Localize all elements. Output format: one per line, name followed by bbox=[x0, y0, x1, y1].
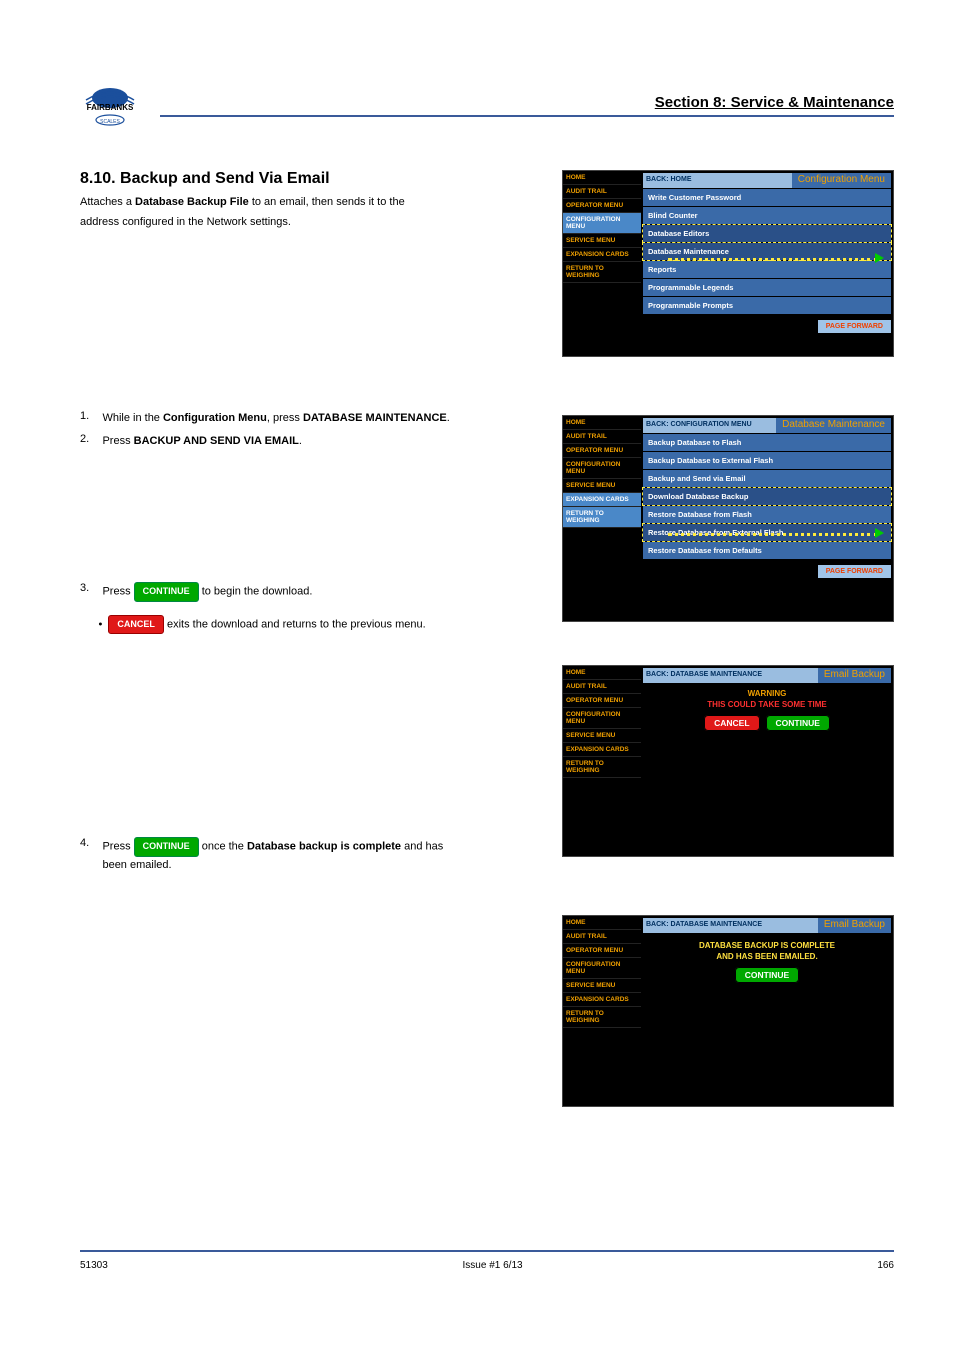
sidebar-item[interactable]: SERVICE MENU bbox=[563, 234, 641, 248]
screen-title: Database Maintenance bbox=[776, 418, 891, 433]
continue-button[interactable]: CONTINUE bbox=[766, 715, 830, 731]
menu-row[interactable]: Programmable Legends bbox=[643, 279, 891, 296]
arrow-head-icon bbox=[875, 253, 884, 263]
sidebar-item[interactable]: CONFIGURATION MENU bbox=[563, 958, 641, 979]
section-heading: 8.10. Backup and Send Via Email bbox=[80, 170, 480, 188]
menu-row[interactable]: Restore Database from Flash bbox=[643, 506, 891, 523]
warning-label: WARNING bbox=[643, 689, 891, 698]
sidebar-item[interactable]: CONFIGURATION MENU bbox=[563, 213, 641, 234]
menu-row[interactable]: Write Customer Password bbox=[643, 189, 891, 206]
warning-sub: THIS COULD TAKE SOME TIME bbox=[643, 700, 891, 709]
section-title: Section 8: Service & Maintenance bbox=[160, 94, 894, 111]
menu-row[interactable]: Restore Database from Defaults bbox=[643, 542, 891, 559]
sidebar-item[interactable]: AUDIT TRAIL bbox=[563, 430, 641, 444]
back-button[interactable]: BACK: DATABASE MAINTENANCE bbox=[643, 918, 818, 933]
footer-center: Issue #1 6/13 bbox=[108, 1260, 878, 1271]
screenshot-email-backup-complete: HOME AUDIT TRAIL OPERATOR MENU CONFIGURA… bbox=[562, 915, 894, 1107]
step-3a: 3. Press CONTINUE to begin the download. bbox=[80, 582, 480, 605]
sidebar-item[interactable]: OPERATOR MENU bbox=[563, 199, 641, 213]
sidebar-item[interactable]: EXPANSION CARDS bbox=[563, 993, 641, 1007]
sidebar-item[interactable]: SERVICE MENU bbox=[563, 479, 641, 493]
header-rule bbox=[160, 115, 894, 117]
arrow-head-icon bbox=[875, 528, 884, 538]
arrow-dots bbox=[668, 258, 878, 265]
svg-text:FAIRBANKS: FAIRBANKS bbox=[87, 103, 134, 112]
step-1: 1. While in the Configuration Menu, pres… bbox=[80, 410, 480, 430]
sidebar-item[interactable]: OPERATOR MENU bbox=[563, 694, 641, 708]
footer-right: 166 bbox=[877, 1260, 894, 1271]
menu-row[interactable]: Blind Counter bbox=[643, 207, 891, 224]
complete-line1: DATABASE BACKUP IS COMPLETE bbox=[643, 941, 891, 950]
sidebar-item[interactable]: RETURN TO WEIGHING bbox=[563, 262, 641, 283]
step-4: 4. Press CONTINUE once the Database back… bbox=[80, 837, 480, 876]
back-button[interactable]: BACK: CONFIGURATION MENU bbox=[643, 418, 776, 433]
sidebar-item[interactable]: CONFIGURATION MENU bbox=[563, 458, 641, 479]
complete-line2: AND HAS BEEN EMAILED. bbox=[643, 952, 891, 961]
menu-row[interactable]: Backup Database to External Flash bbox=[643, 452, 891, 469]
sidebar-item[interactable]: SERVICE MENU bbox=[563, 729, 641, 743]
continue-button[interactable]: CONTINUE bbox=[735, 967, 799, 983]
step-2: 2. Press BACKUP AND SEND VIA EMAIL. bbox=[80, 433, 480, 453]
step-3b: • CANCEL exits the download and returns … bbox=[80, 615, 480, 638]
page-forward-button[interactable]: PAGE FORWARD bbox=[818, 565, 891, 578]
sidebar-item[interactable]: CONFIGURATION MENU bbox=[563, 708, 641, 729]
footer-rule bbox=[80, 1250, 894, 1252]
menu-row[interactable]: Download Database Backup bbox=[643, 488, 891, 505]
sidebar-item[interactable]: HOME bbox=[563, 416, 641, 430]
menu-row[interactable]: Backup Database to Flash bbox=[643, 434, 891, 451]
sidebar-item[interactable]: EXPANSION CARDS bbox=[563, 743, 641, 757]
sidebar-item[interactable]: AUDIT TRAIL bbox=[563, 930, 641, 944]
svg-text:SCALES: SCALES bbox=[100, 119, 120, 125]
back-button[interactable]: BACK: HOME bbox=[643, 173, 792, 188]
screenshot-db-maintenance: HOME AUDIT TRAIL OPERATOR MENU CONFIGURA… bbox=[562, 415, 894, 622]
sidebar-item[interactable]: HOME bbox=[563, 666, 641, 680]
sidebar-item[interactable]: HOME bbox=[563, 171, 641, 185]
intro-text-2: address configured in the Network settin… bbox=[80, 214, 480, 231]
sidebar-item[interactable]: AUDIT TRAIL bbox=[563, 680, 641, 694]
cancel-button-inline: CANCEL bbox=[108, 615, 164, 635]
sidebar-item[interactable]: RETURN TO WEIGHING bbox=[563, 507, 641, 528]
continue-button-inline-2: CONTINUE bbox=[134, 837, 199, 857]
back-button[interactable]: BACK: DATABASE MAINTENANCE bbox=[643, 668, 818, 683]
sidebar-item[interactable]: OPERATOR MENU bbox=[563, 444, 641, 458]
sidebar-item[interactable]: OPERATOR MENU bbox=[563, 944, 641, 958]
sidebar-item[interactable]: HOME bbox=[563, 916, 641, 930]
screenshot-email-backup-warning: HOME AUDIT TRAIL OPERATOR MENU CONFIGURA… bbox=[562, 665, 894, 857]
continue-button-inline: CONTINUE bbox=[134, 582, 199, 602]
menu-row[interactable]: Database Editors bbox=[643, 225, 891, 242]
menu-row[interactable]: Programmable Prompts bbox=[643, 297, 891, 314]
cancel-button[interactable]: CANCEL bbox=[704, 715, 759, 731]
sidebar-item[interactable]: EXPANSION CARDS bbox=[563, 248, 641, 262]
page-forward-button[interactable]: PAGE FORWARD bbox=[818, 320, 891, 333]
sidebar-item[interactable]: AUDIT TRAIL bbox=[563, 185, 641, 199]
menu-row-backup-send-email[interactable]: Backup and Send via Email bbox=[643, 470, 891, 487]
screen-title: Email Backup bbox=[818, 918, 891, 933]
sidebar-item[interactable]: SERVICE MENU bbox=[563, 979, 641, 993]
arrow-dots bbox=[668, 533, 878, 540]
screen-title: Email Backup bbox=[818, 668, 891, 683]
footer-left: 51303 bbox=[80, 1260, 108, 1271]
fairbanks-logo: FAIRBANKS SCALES bbox=[80, 80, 140, 130]
intro-text: Attaches a Database Backup File to an em… bbox=[80, 194, 480, 211]
sidebar-item[interactable]: RETURN TO WEIGHING bbox=[563, 757, 641, 778]
sidebar-item[interactable]: EXPANSION CARDS bbox=[563, 493, 641, 507]
screen-title: Configuration Menu bbox=[792, 173, 891, 188]
sidebar-item[interactable]: RETURN TO WEIGHING bbox=[563, 1007, 641, 1028]
